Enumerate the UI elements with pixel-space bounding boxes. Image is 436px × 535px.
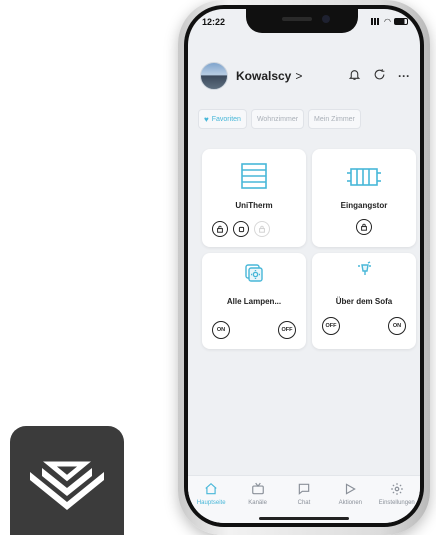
phone-bezel: 12:22 ◠ Kowalscy > ··· ♥ Favoriten Wohnz… xyxy=(184,5,424,527)
device-name: Alle Lampen... xyxy=(226,297,282,306)
app-logo xyxy=(10,426,124,535)
device-card-alle-lampen[interactable]: Alle Lampen... ON OFF xyxy=(202,253,306,349)
signal-icon xyxy=(371,18,382,25)
gear-icon xyxy=(390,482,404,498)
notch xyxy=(246,9,358,33)
lock-button[interactable] xyxy=(356,219,372,235)
home-indicator xyxy=(259,517,349,520)
tab-label: Wohnzimmer xyxy=(256,115,299,123)
tab-favoriten[interactable]: ♥ Favoriten xyxy=(198,109,247,129)
gate-icon xyxy=(347,168,381,186)
tab-label: Favoriten xyxy=(211,115,241,123)
nav-label: Aktionen xyxy=(338,500,363,506)
more-icon[interactable]: ··· xyxy=(398,69,410,83)
home-name[interactable]: Kowalscy xyxy=(236,69,291,83)
bell-icon[interactable] xyxy=(348,68,361,84)
shutter-icon xyxy=(241,163,267,189)
device-name: Über dem Sofa xyxy=(335,297,393,306)
chat-icon xyxy=(297,482,311,498)
nav-label: Chat xyxy=(297,500,311,506)
lamp-icon xyxy=(358,261,371,275)
device-card-eingangstor[interactable]: Eingangstor xyxy=(312,149,416,247)
on-button[interactable]: ON xyxy=(212,321,230,339)
device-name: Eingangstor xyxy=(340,201,388,210)
nav-label: Einstellungen xyxy=(378,500,415,506)
phone-frame: 12:22 ◠ Kowalscy > ··· ♥ Favoriten Wohnz… xyxy=(178,0,430,535)
nav-label: Kanäle xyxy=(248,500,267,506)
tv-icon xyxy=(251,482,265,498)
off-button[interactable]: OFF xyxy=(278,321,296,339)
app-screen: 12:22 ◠ Kowalscy > ··· ♥ Favoriten Wohnz… xyxy=(188,9,420,523)
light-group-icon xyxy=(245,264,263,282)
refresh-icon[interactable] xyxy=(373,68,386,84)
unlock-button[interactable] xyxy=(212,221,228,237)
nav-hauptseite[interactable]: Hauptseite xyxy=(192,482,230,506)
tab-mein-zimmer[interactable]: Mein Zimmer xyxy=(308,109,361,129)
tab-label: Mein Zimmer xyxy=(314,115,355,123)
play-icon xyxy=(343,482,357,498)
off-button[interactable]: OFF xyxy=(322,317,340,335)
on-button[interactable]: ON xyxy=(388,317,406,335)
battery-icon xyxy=(394,18,408,25)
lock-button-disabled[interactable] xyxy=(254,221,270,237)
wisniowski-logo-icon xyxy=(30,461,104,510)
device-card-ueber-dem-sofa[interactable]: Über dem Sofa OFF ON xyxy=(312,253,416,349)
tab-wohnzimmer[interactable]: Wohnzimmer xyxy=(250,109,305,129)
status-icons: ◠ xyxy=(371,17,408,26)
heart-icon: ♥ xyxy=(204,114,209,124)
device-name: UniTherm xyxy=(235,201,273,210)
wifi-icon: ◠ xyxy=(384,17,391,26)
stop-button[interactable] xyxy=(233,221,249,237)
app-header: Kowalscy > ··· xyxy=(200,61,410,91)
home-avatar[interactable] xyxy=(200,62,228,90)
room-tabs: ♥ Favoriten Wohnzimmer Mein Zimmer xyxy=(198,109,412,131)
nav-aktionen[interactable]: Aktionen xyxy=(331,482,369,506)
chevron-right-icon[interactable]: > xyxy=(295,69,302,83)
nav-kanaele[interactable]: Kanäle xyxy=(239,482,277,506)
nav-einstellungen[interactable]: Einstellungen xyxy=(378,482,416,506)
nav-label: Hauptseite xyxy=(196,500,226,506)
status-time: 12:22 xyxy=(202,17,226,27)
bottom-nav: Hauptseite Kanäle Chat Aktionen Einstell… xyxy=(188,475,420,523)
home-icon xyxy=(204,482,218,498)
nav-chat[interactable]: Chat xyxy=(285,482,323,506)
device-card-unitherm[interactable]: UniTherm xyxy=(202,149,306,247)
